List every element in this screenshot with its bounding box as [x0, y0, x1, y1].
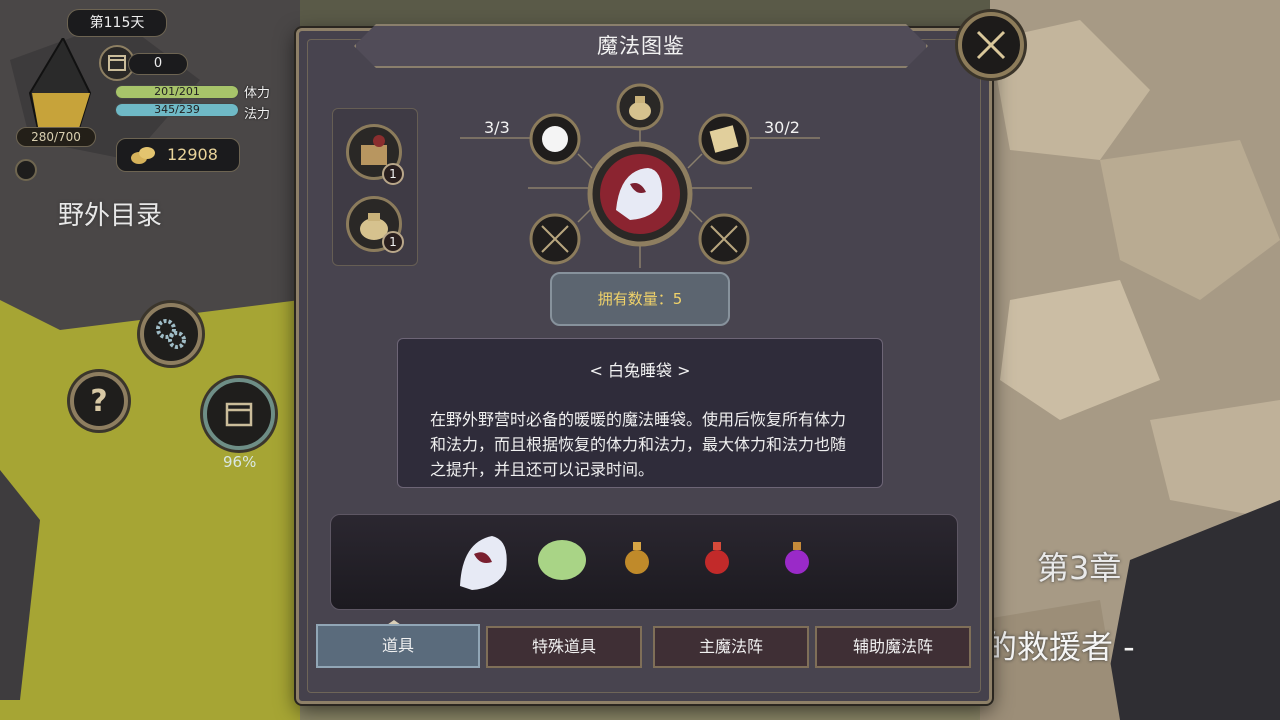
chapter-label: 第3章: [1037, 549, 1122, 587]
sack-icon: [629, 102, 651, 120]
hp-value: 201/201: [154, 85, 200, 98]
rabbit-sleeping-bag-icon: [460, 536, 507, 590]
chapter-subtitle: 的救援者 -: [985, 628, 1135, 666]
mp-value: 345/239: [154, 103, 200, 116]
list-item-count-badge: 1: [382, 231, 404, 253]
herb-icon: [538, 540, 586, 580]
result-item-slot[interactable]: [586, 140, 694, 248]
item-name: < 白兔睡袋 >: [589, 361, 691, 380]
calendar-button[interactable]: [203, 378, 275, 450]
item-description: 在野外野营时必备的暖暖的魔法睡袋。使用后恢复所有体力和法力，而且根据恢复的体力和…: [430, 410, 847, 479]
ingredient-sack-slot[interactable]: [615, 82, 665, 132]
exp-counter: 280/700: [16, 127, 96, 147]
purple-potion-icon: [785, 550, 809, 574]
area-label[interactable]: 野外目录: [58, 195, 162, 232]
mp-bar: 345/239: [115, 103, 239, 117]
ingredient-cotton-slot[interactable]: [528, 112, 582, 166]
hp-label: 体力: [244, 86, 271, 101]
ingredient-paper-slot[interactable]: [697, 112, 751, 166]
tab-main-magic-circle[interactable]: 主魔法阵: [653, 626, 809, 668]
orange-potion-icon: [625, 550, 649, 574]
mp-label: 法力: [244, 107, 271, 122]
tab-special-items[interactable]: 特殊道具: [486, 626, 642, 668]
gear-icon: [156, 319, 186, 349]
list-item-count-badge: 1: [382, 163, 404, 185]
tab-items[interactable]: 道具: [316, 624, 480, 668]
gold-coins-icon: [131, 147, 155, 164]
help-button[interactable]: ?: [70, 372, 128, 430]
cotton-icon: [542, 126, 568, 152]
close-button[interactable]: [958, 12, 1024, 78]
panel-title: 魔法图鉴: [597, 34, 685, 58]
ingredient-count-left: 3/3: [484, 118, 510, 137]
item-description-box[interactable]: < 白兔睡袋 > 在野外野营时必备的暖暖的魔法睡袋。使用后恢复所有体力和法力，而…: [397, 338, 883, 488]
help-icon: ?: [90, 383, 108, 419]
hp-bar: 201/201: [115, 85, 239, 99]
indicator-dot: [15, 159, 37, 181]
settings-gear-button[interactable]: [140, 303, 202, 365]
ingredient-count-right: 30/2: [764, 118, 800, 137]
shelf-item-red-potion[interactable]: [700, 538, 734, 578]
shelf-item-orange-potion[interactable]: [620, 538, 654, 578]
shelf-item-herb[interactable]: [534, 534, 590, 586]
empty-slot-right[interactable]: [697, 212, 751, 266]
shelf-item-sleeping-bag[interactable]: [452, 526, 516, 594]
red-potion-icon: [705, 550, 729, 574]
calendar-icon: [225, 402, 253, 427]
owned-quantity: 拥有数量：5: [550, 272, 730, 326]
close-icon: [976, 30, 1006, 60]
day-counter: 第115天: [67, 9, 167, 37]
progress-percent: 96%: [223, 453, 257, 471]
empty-slot-left[interactable]: [528, 212, 582, 266]
shelf-item-purple-potion[interactable]: [780, 538, 814, 578]
tab-aux-magic-circle[interactable]: 辅助魔法阵: [815, 626, 971, 668]
calendar-count: 0: [128, 53, 188, 75]
